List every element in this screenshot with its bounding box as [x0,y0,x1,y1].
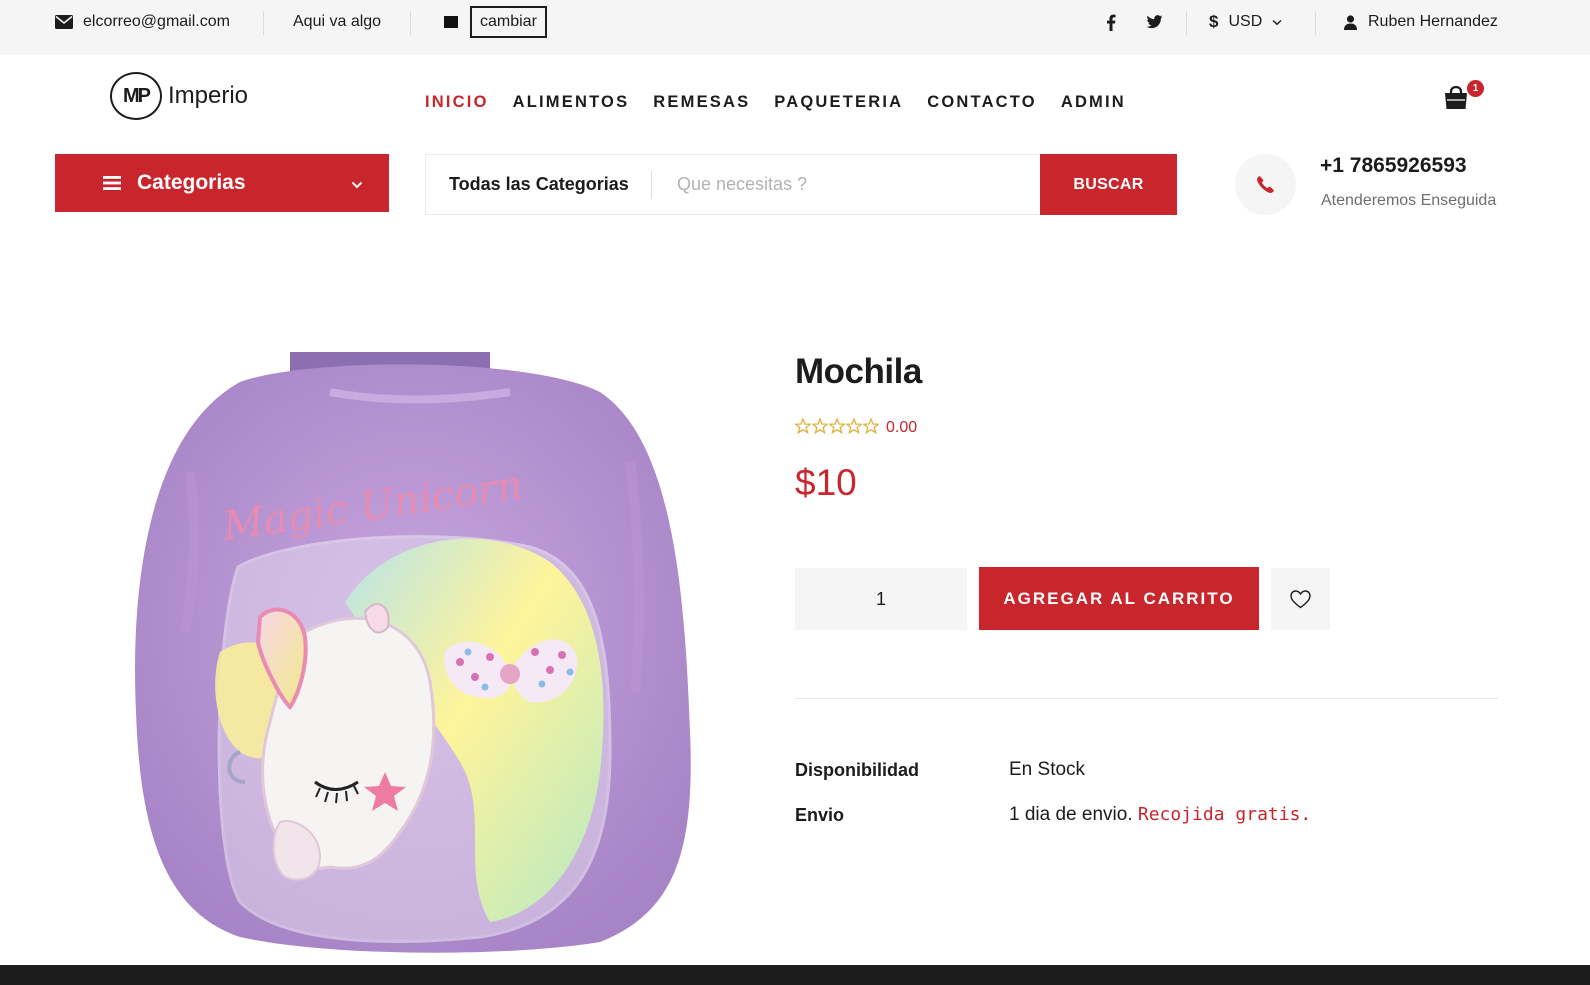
shipping-value: 1 dia de envio. [1009,804,1133,825]
search-button[interactable]: BUSCAR [1040,154,1177,215]
search-bar: Todas las Categorias BUSCAR [425,154,1177,215]
divider [1186,11,1187,35]
heart-icon [1290,589,1311,609]
add-to-cart-button[interactable]: AGREGAR AL CARRITO [979,567,1259,630]
change-group: cambiar [444,0,547,44]
cart-button[interactable]: 1 [1443,80,1484,114]
shipping-label: Envio [795,805,845,825]
product-price: $10 [795,462,857,503]
categories-label: Categorias [137,171,246,194]
phone-icon [1257,176,1274,193]
chevron-down-icon [351,174,363,193]
change-button[interactable]: cambiar [470,6,547,38]
top-bar: elcorreo@gmail.com Aqui va algo cambiar … [0,0,1590,55]
divider [263,11,264,35]
star-icon [844,417,864,438]
star-icon [827,417,847,438]
mail-icon [55,15,73,29]
nav-item-contacto[interactable]: CONTACTO [927,93,1037,112]
product-rating: 0.00 [793,417,918,438]
bottom-bar [0,965,1590,985]
availability-value: En Stock [1009,759,1086,780]
email-text: elcorreo@gmail.com [83,13,230,30]
twitter-icon [1146,15,1163,29]
twitter-link[interactable] [1146,0,1163,44]
phone-caption: Atenderemos Enseguida [1321,192,1497,209]
quantity-input[interactable] [795,568,967,630]
currency-symbol: $ [1209,12,1219,31]
cart-count-badge: 1 [1467,80,1484,97]
user-name: Ruben Hernandez [1368,13,1498,30]
nav-item-alimentos[interactable]: ALIMENTOS [513,93,630,112]
wishlist-button[interactable] [1271,568,1330,630]
currency-value: USD [1228,13,1263,30]
divider [1315,11,1316,35]
nav-item-inicio[interactable]: INICIO [425,93,489,112]
menu-icon [103,175,121,191]
phone-number: +1 7865926593 [1320,154,1467,177]
email-item[interactable]: elcorreo@gmail.com [55,0,230,44]
product-image[interactable]: Magic Unicorn [130,352,696,955]
star-icon [810,417,830,438]
nav-item-paqueteria[interactable]: PAQUETERIA [774,93,903,112]
tagline-text: Aqui va algo [293,13,382,30]
categories-button[interactable]: Categorias [55,154,389,212]
facebook-icon [1106,14,1116,31]
logo-mark: MP [110,72,162,120]
facebook-link[interactable] [1106,0,1116,44]
user-menu[interactable]: Ruben Hernandez [1344,0,1498,44]
product-title: Mochila [795,352,922,391]
availability-label: Disponibilidad [795,760,919,780]
user-icon [1344,14,1357,30]
rating-value: 0.00 [886,419,918,436]
site-logo[interactable]: MP Imperio [110,72,248,120]
flag-icon [444,16,458,28]
chevron-down-icon [1272,19,1282,26]
phone-badge[interactable] [1235,154,1296,215]
shipping-highlight: Recojida gratis. [1137,804,1312,825]
search-category-select[interactable]: Todas las Categorias [426,155,652,214]
nav-item-remesas[interactable]: REMESAS [653,93,750,112]
divider [410,11,411,35]
shipping-value-group: 1 dia de envio. Recojida gratis. [1009,804,1311,826]
main-nav: INICIO ALIMENTOS REMESAS PAQUETERIA CONT… [425,93,1126,112]
currency-select[interactable]: $ USD [1209,0,1282,44]
shopping-bag-icon [1443,85,1469,114]
star-icon [861,417,881,438]
star-icon [793,417,813,438]
logo-mark-text: MP [123,84,151,107]
nav-item-admin[interactable]: ADMIN [1061,93,1126,112]
logo-text: Imperio [168,82,249,109]
divider [795,698,1498,699]
